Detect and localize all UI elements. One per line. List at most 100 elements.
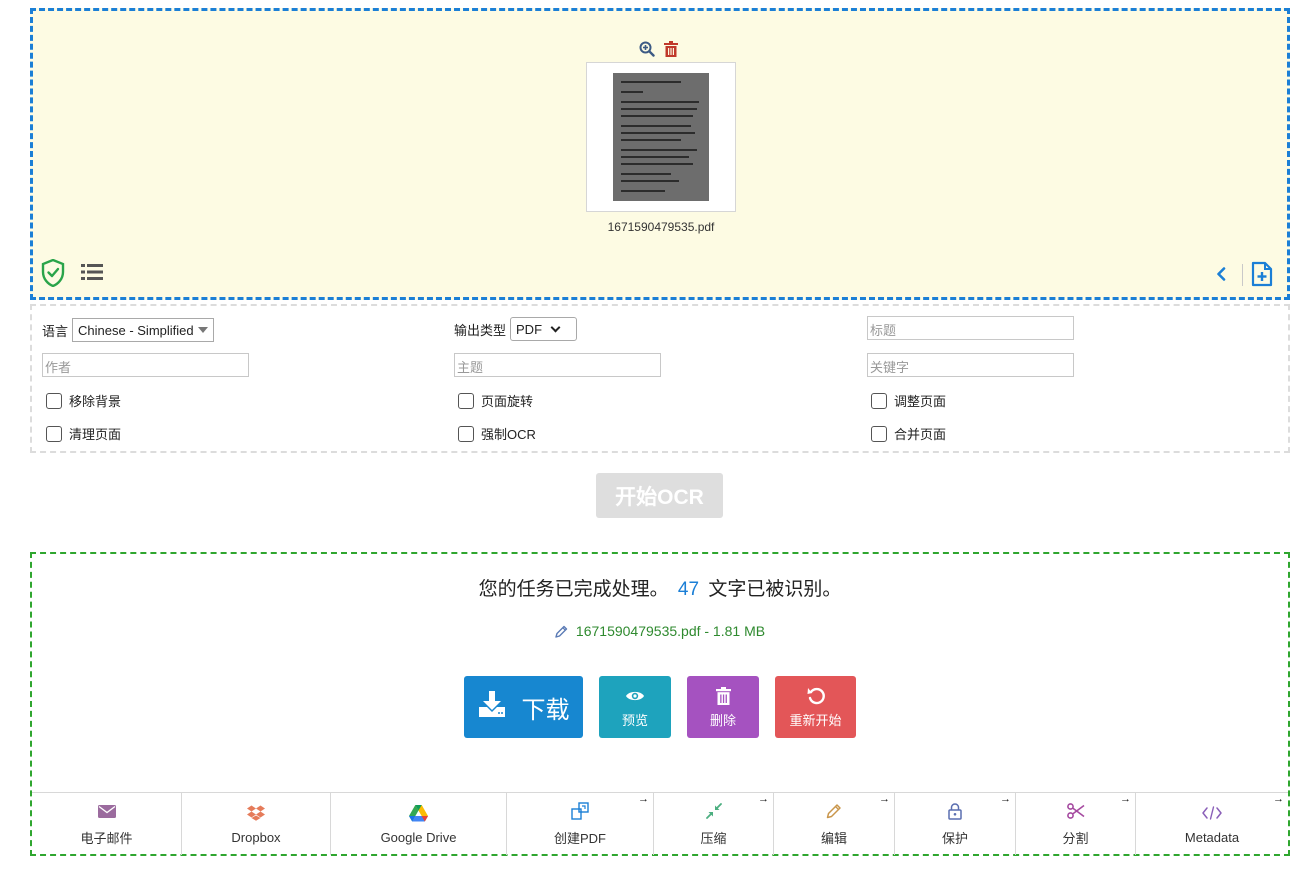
restart-label: 重新开始 bbox=[789, 712, 842, 728]
download-button[interactable]: 下载 bbox=[464, 676, 583, 738]
result-file-info[interactable]: 1671590479535.pdf - 1.81 MB bbox=[32, 623, 1288, 641]
code-icon bbox=[1202, 803, 1222, 823]
arrow-right-icon: → bbox=[1273, 793, 1284, 805]
delete-button[interactable]: 删除 bbox=[687, 676, 759, 738]
tool-google-drive[interactable]: Google Drive bbox=[331, 793, 507, 855]
tool-label: 保护 bbox=[941, 831, 968, 846]
output-type-option: 输出类型 PDF bbox=[454, 317, 578, 341]
tool-label: Google Drive bbox=[380, 830, 457, 845]
compress-icon bbox=[705, 801, 722, 821]
start-ocr-button[interactable]: 开始OCR bbox=[596, 473, 723, 518]
google-drive-icon bbox=[409, 803, 428, 823]
envelope-icon bbox=[97, 801, 116, 821]
shield-check-icon[interactable] bbox=[41, 258, 65, 292]
deskew-pages-checkbox[interactable]: 调整页面 bbox=[871, 391, 946, 410]
checkbox-box[interactable] bbox=[871, 392, 887, 409]
result-message-text: 您的任务已完成处理。 bbox=[478, 579, 669, 600]
lock-icon bbox=[948, 801, 962, 821]
title-input[interactable]: 标题 bbox=[867, 316, 1074, 340]
tool-label: Dropbox bbox=[231, 830, 281, 845]
output-type-select[interactable]: PDF bbox=[510, 317, 578, 341]
language-option: 语言 Chinese - Simplified bbox=[42, 318, 215, 342]
restart-icon bbox=[807, 686, 825, 706]
add-file-icon[interactable] bbox=[1251, 261, 1273, 292]
file-thumbnail[interactable] bbox=[586, 62, 736, 212]
pencil-icon[interactable] bbox=[555, 625, 568, 641]
keywords-input[interactable]: 关键字 bbox=[867, 353, 1074, 377]
tool-label: 创建PDF bbox=[553, 831, 606, 846]
checkbox-box[interactable] bbox=[458, 425, 474, 442]
result-file-name: 1671590479535.pdf - 1.81 MB bbox=[575, 623, 766, 639]
subject-input[interactable]: 主题 bbox=[454, 353, 661, 377]
preview-button[interactable]: 预览 bbox=[599, 676, 671, 738]
download-label: 下载 bbox=[521, 696, 570, 724]
tool-protect[interactable]: → 保护 bbox=[895, 793, 1016, 855]
create-pdf-icon bbox=[571, 801, 589, 821]
checkbox-box[interactable] bbox=[46, 392, 62, 409]
file-toolbar bbox=[639, 41, 680, 57]
title-placeholder: 标题 bbox=[870, 323, 897, 338]
output-type-label: 输出类型 bbox=[454, 322, 507, 338]
remove-background-checkbox[interactable]: 移除背景 bbox=[46, 391, 121, 410]
tools-bar: 电子邮件 Dropbox Google Drive → 创建PDF → 压缩 →… bbox=[32, 792, 1288, 855]
scissors-icon bbox=[1066, 801, 1085, 821]
tool-split[interactable]: → 分割 bbox=[1016, 793, 1136, 855]
checkbox-box[interactable] bbox=[458, 392, 474, 409]
arrow-right-icon: → bbox=[879, 793, 890, 805]
download-icon bbox=[478, 690, 506, 725]
list-icon[interactable] bbox=[81, 263, 103, 286]
zoom-in-icon[interactable] bbox=[639, 41, 655, 57]
tool-dropbox[interactable]: Dropbox bbox=[182, 793, 331, 855]
file-name: 1671590479535.pdf bbox=[607, 220, 715, 234]
clean-pages-label: 清理页面 bbox=[69, 427, 122, 442]
keywords-placeholder: 关键字 bbox=[870, 360, 910, 375]
chevron-left-icon[interactable] bbox=[1216, 267, 1226, 286]
tool-label: 压缩 bbox=[700, 831, 727, 846]
rotate-pages-label: 页面旋转 bbox=[481, 394, 534, 409]
tool-create-pdf[interactable]: → 创建PDF bbox=[507, 793, 654, 855]
eye-icon bbox=[625, 686, 645, 706]
tool-label: 分割 bbox=[1062, 831, 1089, 846]
pencil-icon bbox=[826, 801, 842, 821]
upload-dropzone[interactable]: 1671590479535.pdf bbox=[30, 8, 1290, 300]
tool-label: Metadata bbox=[1184, 830, 1240, 845]
result-message: 您的任务已完成处理。 47 文字已被识别。 bbox=[32, 574, 1288, 601]
restart-button[interactable]: 重新开始 bbox=[775, 676, 856, 738]
deskew-pages-label: 调整页面 bbox=[894, 394, 947, 409]
arrow-right-icon: → bbox=[1120, 793, 1131, 805]
trash-icon[interactable] bbox=[664, 41, 680, 57]
tool-label: 编辑 bbox=[820, 831, 847, 846]
tool-label: 电子邮件 bbox=[80, 831, 133, 846]
checkbox-box[interactable] bbox=[871, 425, 887, 442]
force-ocr-label: 强制OCR bbox=[481, 427, 536, 442]
chevron-down-icon bbox=[550, 322, 561, 333]
force-ocr-checkbox[interactable]: 强制OCR bbox=[458, 424, 536, 443]
caret-down-icon bbox=[197, 327, 208, 333]
delete-label: 删除 bbox=[709, 712, 736, 728]
clean-pages-checkbox[interactable]: 清理页面 bbox=[46, 424, 121, 443]
arrow-right-icon: → bbox=[638, 793, 649, 805]
tool-compress[interactable]: → 压缩 bbox=[654, 793, 774, 855]
recognized-count: 47 bbox=[677, 579, 700, 600]
preview-label: 预览 bbox=[621, 712, 648, 728]
merge-pages-checkbox[interactable]: 合并页面 bbox=[871, 424, 946, 443]
language-select[interactable]: Chinese - Simplified bbox=[72, 318, 215, 342]
language-value: Chinese - Simplified bbox=[78, 322, 194, 338]
subject-placeholder: 主题 bbox=[457, 360, 484, 375]
divider bbox=[1242, 264, 1243, 286]
tool-edit[interactable]: → 编辑 bbox=[774, 793, 895, 855]
author-input[interactable]: 作者 bbox=[42, 353, 249, 377]
tool-metadata[interactable]: → Metadata bbox=[1136, 793, 1288, 855]
arrow-right-icon: → bbox=[1000, 793, 1011, 805]
checkbox-box[interactable] bbox=[46, 425, 62, 442]
trash-icon bbox=[715, 686, 731, 706]
output-type-value: PDF bbox=[516, 321, 543, 337]
result-panel: 您的任务已完成处理。 47 文字已被识别。 1671590479535.pdf … bbox=[30, 552, 1290, 856]
rotate-pages-checkbox[interactable]: 页面旋转 bbox=[458, 391, 533, 410]
dropbox-icon bbox=[247, 803, 265, 823]
tool-email[interactable]: 电子邮件 bbox=[32, 793, 182, 855]
remove-background-label: 移除背景 bbox=[69, 394, 122, 409]
ocr-options-panel: 语言 Chinese - Simplified 输出类型 PDF 标题 作者 主… bbox=[30, 304, 1290, 453]
document-preview-image bbox=[613, 73, 709, 201]
arrow-right-icon: → bbox=[758, 793, 769, 805]
